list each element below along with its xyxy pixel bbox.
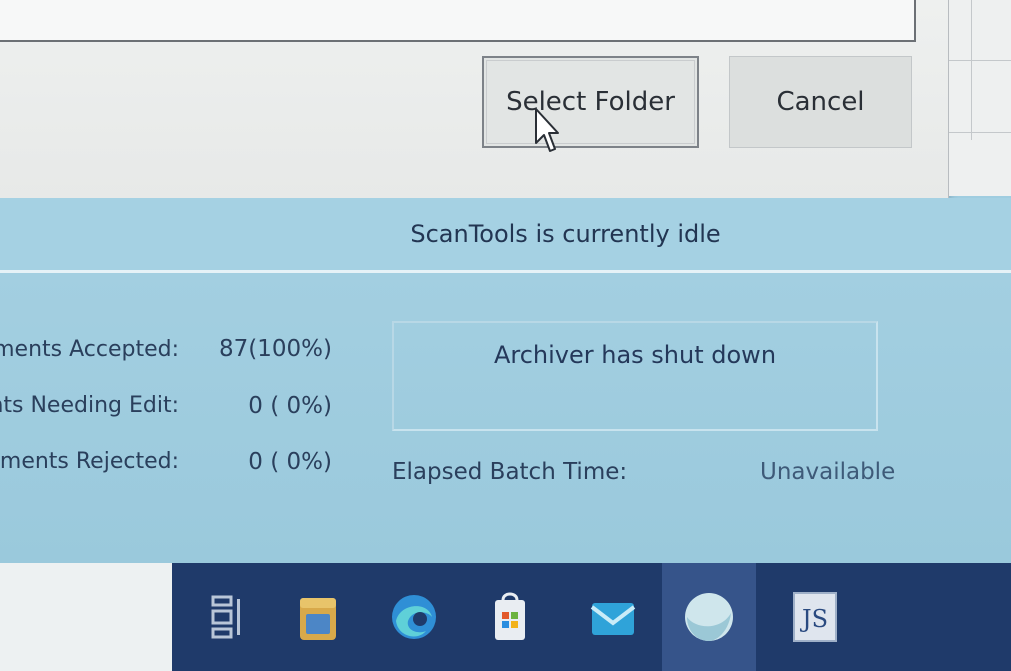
rejected-value: 0 ( 0%) <box>248 449 332 475</box>
archiver-status-box: Archiver has shut down <box>392 321 878 431</box>
mail-icon <box>590 603 636 635</box>
accepted-value: 87(100%) <box>219 336 332 362</box>
status-bar: ScanTools is currently idle <box>0 198 1011 270</box>
taskbar-file-explorer[interactable] <box>280 563 356 671</box>
taskbar-app-active[interactable] <box>662 563 756 671</box>
cancel-button[interactable]: Cancel <box>729 56 912 148</box>
elapsed-batch-time-label: Elapsed Batch Time: <box>392 459 628 485</box>
rejected-label: Documents Rejected: <box>0 449 179 474</box>
grid-line <box>949 132 1011 133</box>
taskbar-task-view[interactable] <box>192 563 262 671</box>
taskbar-store[interactable] <box>470 563 550 671</box>
grid-line <box>949 60 1011 61</box>
taskbar-edge[interactable] <box>374 563 454 671</box>
microsoft-store-icon <box>495 592 525 640</box>
js-app-icon: JS <box>793 592 837 642</box>
mouse-cursor-icon <box>535 108 559 152</box>
task-view-icon <box>211 595 240 639</box>
js-app-label: JS <box>799 605 828 633</box>
taskbar-mail[interactable] <box>570 563 656 671</box>
status-message: ScanTools is currently idle <box>410 220 721 248</box>
screen: Select Folder Cancel ScanTools is curren… <box>0 0 1011 671</box>
select-folder-dialog: Select Folder Cancel <box>0 0 949 200</box>
needing-edit-value: 0 ( 0%) <box>248 393 332 419</box>
edge-browser-icon <box>392 595 436 639</box>
accepted-label: Documents Accepted: <box>0 337 179 362</box>
taskbar-js-app[interactable]: JS <box>778 563 852 671</box>
desktop-area <box>0 563 172 671</box>
needing-edit-label: Documents Needing Edit: <box>0 393 179 418</box>
folder-path-field[interactable] <box>0 0 916 42</box>
batch-stats-panel: Documents Accepted: 87(100%) Documents N… <box>0 273 1011 563</box>
elapsed-batch-time-value: Unavailable <box>760 459 896 485</box>
select-folder-button[interactable]: Select Folder <box>482 56 699 148</box>
archiver-status: Archiver has shut down <box>493 341 777 369</box>
taskbar: JS <box>172 563 1011 671</box>
grid-line <box>971 0 972 140</box>
app-circle-icon <box>685 593 733 641</box>
file-explorer-icon <box>300 598 336 640</box>
background-window-edge <box>948 0 1011 196</box>
